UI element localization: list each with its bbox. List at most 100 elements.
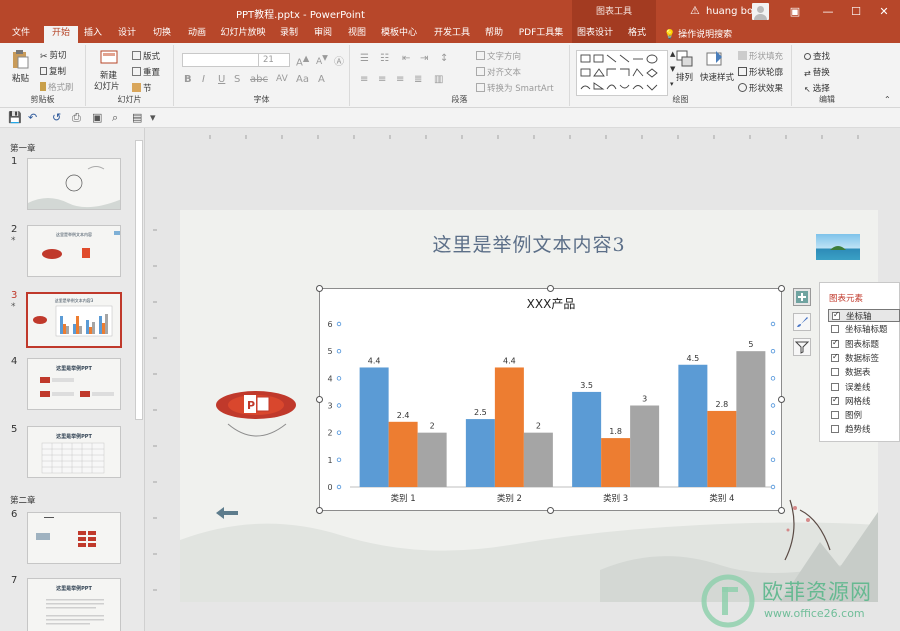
slide-thumbnail-7[interactable]: 这里是举例PPT <box>27 578 121 631</box>
slide-thumbnail-3[interactable]: 这里是举例文本内容3 <box>26 292 122 348</box>
slide-title[interactable]: 这里是举例文本内容3 <box>180 230 878 257</box>
tab-design[interactable]: 设计 <box>113 26 141 43</box>
tab-insert[interactable]: 插入 <box>80 26 106 43</box>
gallery-down-icon[interactable]: ▼ <box>670 65 675 73</box>
slide-thumbnail-4[interactable]: 这里是举例PPT <box>27 358 121 410</box>
back-arrow-icon[interactable] <box>216 506 240 520</box>
save-icon[interactable]: 💾 <box>8 111 22 124</box>
resize-handle-top-left[interactable] <box>316 285 323 292</box>
tab-help[interactable]: 帮助 <box>481 26 507 43</box>
maximize-icon[interactable]: ☐ <box>846 2 866 22</box>
grow-font-icon[interactable]: A▲ <box>296 53 309 68</box>
chart-element-option[interactable]: 坐标轴 <box>828 309 900 322</box>
chart-element-option[interactable]: 数据表 <box>828 366 900 379</box>
checkbox[interactable] <box>831 425 839 434</box>
format-painter-button[interactable]: 格式刷 <box>40 81 74 93</box>
align-text-button[interactable]: 对齐文本 <box>476 66 521 78</box>
chart-styles-button[interactable] <box>793 313 811 331</box>
thumbnail-scrollbar[interactable] <box>135 140 143 420</box>
clear-format-icon[interactable]: Ⓐ <box>334 53 344 68</box>
font-color-icon[interactable]: A <box>318 74 325 85</box>
gallery-up-icon[interactable]: ▲ <box>670 50 675 58</box>
columns-icon[interactable]: ▥ <box>434 74 443 85</box>
resize-handle-bottom-right[interactable] <box>778 507 785 514</box>
tell-me-search[interactable]: 💡 操作说明搜索 <box>664 27 732 40</box>
chart-element-option[interactable]: 图例 <box>828 409 900 422</box>
chart-elements-button[interactable] <box>793 288 811 306</box>
resize-handle-top-right[interactable] <box>778 285 785 292</box>
tab-file[interactable]: 文件 <box>6 26 36 43</box>
numbering-icon[interactable]: ☷ <box>380 53 389 64</box>
tab-animations[interactable]: 动画 <box>183 26 211 43</box>
quick-styles-button[interactable]: 快速样式 <box>700 71 734 83</box>
collapse-ribbon-icon[interactable]: ⌃ <box>884 95 891 104</box>
align-center-icon[interactable]: ≡ <box>378 74 386 85</box>
undo-icon[interactable]: ↶ <box>28 111 37 124</box>
font-size-combo[interactable]: 21 <box>258 53 290 67</box>
chart-element-option[interactable]: 图表标题 <box>828 338 900 351</box>
search-icon[interactable]: ⌕ <box>112 111 118 125</box>
checkbox[interactable] <box>831 382 839 391</box>
tab-transitions[interactable]: 切换 <box>148 26 176 43</box>
font-family-combo[interactable] <box>182 53 260 67</box>
chart-filters-button[interactable] <box>793 338 811 356</box>
avatar[interactable] <box>752 3 769 20</box>
shadow-icon[interactable]: S <box>234 74 240 85</box>
chart-element-option[interactable]: 数据标签 <box>828 352 900 365</box>
tab-record[interactable]: 录制 <box>276 26 302 43</box>
tab-review[interactable]: 审阅 <box>310 26 336 43</box>
tab-slideshow[interactable]: 幻灯片放映 <box>218 26 268 43</box>
shrink-font-icon[interactable]: A▼ <box>316 53 328 67</box>
shape-fill-button[interactable]: 形状填充 <box>738 50 783 62</box>
shape-outline-button[interactable]: 形状轮廓 <box>738 66 783 78</box>
section-button[interactable]: 节 <box>132 82 152 94</box>
section-1-label[interactable]: 第一章 <box>10 142 36 154</box>
resize-handle-left[interactable] <box>316 396 323 403</box>
slide-thumbnail-6[interactable] <box>27 512 121 564</box>
resize-handle-top[interactable] <box>547 285 554 292</box>
chart-element-option[interactable]: 坐标轴标题 <box>828 323 900 336</box>
arrange-button[interactable]: 排列 <box>676 71 693 83</box>
new-slide-label-2[interactable]: 幻灯片 <box>94 80 120 92</box>
tab-developer[interactable]: 开发工具 <box>431 26 473 43</box>
bold-icon[interactable]: B <box>184 74 192 85</box>
chart-element-option[interactable]: 误差线 <box>828 381 900 394</box>
resize-handle-right[interactable] <box>778 396 785 403</box>
layout-button[interactable]: 版式 <box>132 50 160 62</box>
replace-button[interactable]: ⇄ 替换 <box>804 66 830 78</box>
arrange-icon[interactable] <box>676 50 694 68</box>
char-spacing-icon[interactable]: AV <box>276 74 288 84</box>
underline-icon[interactable]: U <box>218 74 225 85</box>
chart-element-option[interactable]: 网格线 <box>828 395 900 408</box>
shape-effects-button[interactable]: 形状效果 <box>738 82 783 94</box>
cut-button[interactable]: ✂ 剪切 <box>40 49 67 62</box>
bar-chart[interactable]: XXX产品 0 1 2 3 4 5 6 4.4 2.4 2 类别 1 2.5 4.4 2 类别 2 3.5 1.8… <box>320 289 783 512</box>
slide-thumbnail-5[interactable]: 这里是举例PPT <box>27 426 121 478</box>
start-slideshow-icon[interactable]: ⎙ <box>72 111 81 125</box>
tab-pdf-tools[interactable]: PDF工具集 <box>515 26 567 43</box>
quick-styles-icon[interactable] <box>706 50 724 68</box>
chart-container[interactable]: XXX产品 0 1 2 3 4 5 6 4.4 2.4 2 类别 1 2.5 4.4 2 类别 2 3.5 1.8… <box>319 288 782 511</box>
tab-template-center[interactable]: 模板中心 <box>374 26 424 43</box>
copy-button[interactable]: 复制 <box>40 65 66 77</box>
checkbox[interactable] <box>831 368 839 377</box>
checkbox[interactable] <box>831 395 839 405</box>
align-right-icon[interactable]: ≡ <box>396 74 404 85</box>
strikethrough-icon[interactable]: abc <box>250 74 268 85</box>
reset-button[interactable]: 重置 <box>132 66 160 78</box>
tab-home[interactable]: 开始 <box>44 26 78 43</box>
tab-chart-design[interactable]: 图表设计 <box>572 24 618 43</box>
section-2-label[interactable]: 第二章 <box>10 494 36 506</box>
gallery-more-icon[interactable]: ▾ <box>670 80 674 88</box>
line-spacing-icon[interactable]: ↕ <box>440 53 448 64</box>
text-direction-button[interactable]: 文字方向 <box>476 50 521 62</box>
tab-view[interactable]: 视图 <box>344 26 370 43</box>
decrease-indent-icon[interactable]: ⇤ <box>402 53 410 64</box>
slide-thumbnail-2[interactable]: 这里是举例文本内容 <box>27 225 121 277</box>
bullets-icon[interactable]: ☰ <box>360 53 369 64</box>
tab-format[interactable]: 格式 <box>618 24 656 43</box>
checkbox[interactable] <box>831 325 839 334</box>
find-button[interactable]: 查找 <box>804 50 830 62</box>
slide-thumbnail-1[interactable] <box>27 158 121 210</box>
checkbox[interactable] <box>831 411 839 420</box>
